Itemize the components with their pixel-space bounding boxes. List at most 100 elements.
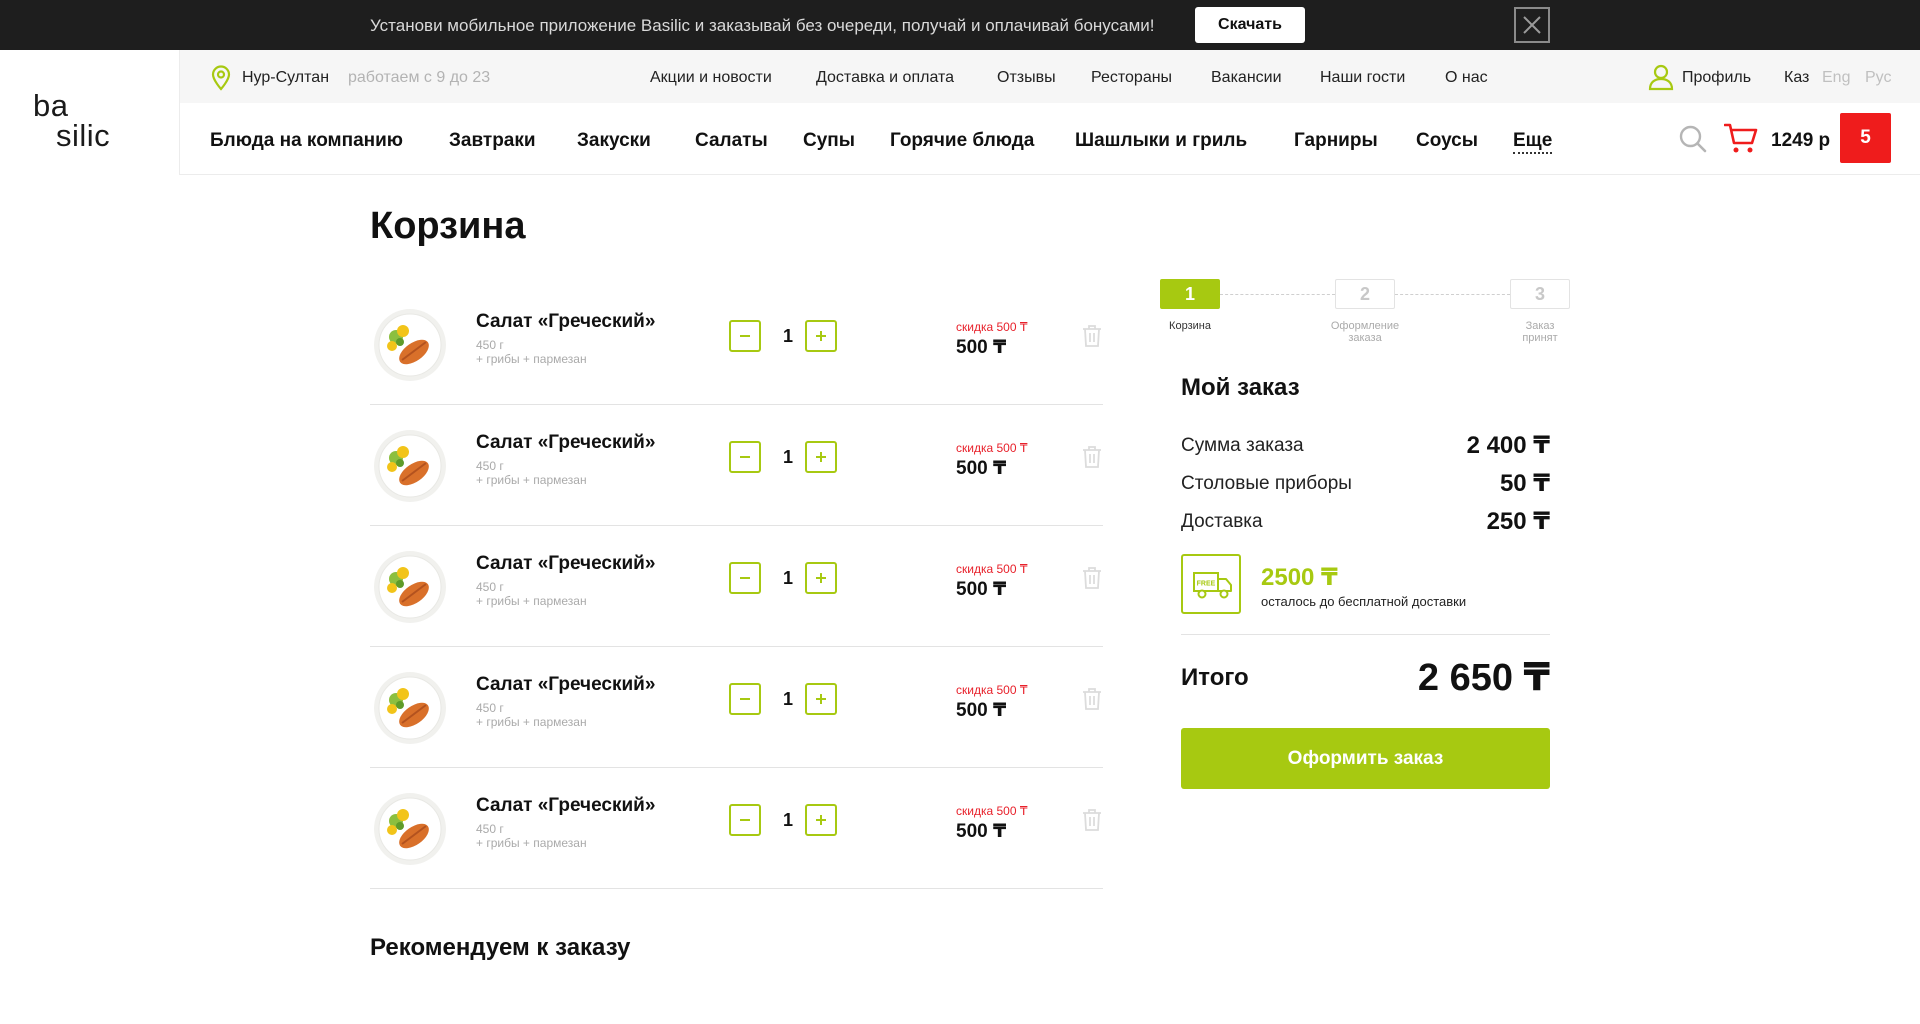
item-price: 500 ₸ (956, 458, 1007, 479)
category-hot-dishes[interactable]: Горячие блюда (890, 130, 1034, 152)
site-logo[interactable]: ba silic (0, 50, 180, 175)
decrease-quantity-button[interactable] (729, 320, 761, 352)
category-bar (180, 103, 1920, 175)
item-name: Салат «Греческий» (476, 674, 656, 695)
working-hours: работаем с 9 до 23 (348, 69, 491, 86)
cutlery-label: Столовые приборы (1181, 473, 1352, 494)
item-image (370, 667, 450, 747)
item-price: 500 ₸ (956, 700, 1007, 721)
item-weight: 450 г (476, 822, 504, 836)
item-quantity: 1 (782, 689, 793, 709)
item-image (370, 425, 450, 505)
free-delivery-badge: FREE (1181, 554, 1241, 614)
nav-link-about[interactable]: О нас (1445, 69, 1488, 87)
item-extras: + грибы + пармезан (476, 836, 587, 850)
cart-item: Салат «Греческий» 450 г + грибы + пармезан… (370, 405, 1103, 526)
category-snacks[interactable]: Закуски (577, 130, 651, 152)
item-extras: + грибы + пармезан (476, 352, 587, 366)
city-selector[interactable]: Нур-Султан (242, 69, 329, 87)
step-1: 1 (1160, 279, 1220, 309)
item-weight: 450 г (476, 338, 504, 352)
item-name: Салат «Греческий» (476, 432, 656, 453)
item-quantity: 1 (782, 568, 793, 588)
category-soups[interactable]: Супы (803, 130, 855, 152)
trash-icon (1081, 325, 1103, 352)
order-sum-value: 2 400 ₸ (1466, 432, 1550, 459)
trash-icon (1081, 688, 1103, 715)
item-name: Салат «Греческий» (476, 311, 656, 332)
lang-eng[interactable]: Eng (1822, 69, 1850, 87)
increase-quantity-button[interactable] (805, 683, 837, 715)
step-3-label: Заказ принят (1522, 320, 1558, 344)
cart-icon[interactable] (1724, 122, 1758, 154)
nav-link-reviews[interactable]: Отзывы (997, 69, 1056, 87)
decrease-quantity-button[interactable] (729, 562, 761, 594)
close-banner-button[interactable] (1514, 7, 1550, 43)
banner-text: Установи мобильное приложение Basilic и … (370, 16, 1155, 35)
app-download-banner: Установи мобильное приложение Basilic и … (0, 0, 1920, 50)
item-quantity: 1 (782, 810, 793, 830)
delivery-label: Доставка (1181, 511, 1263, 532)
logo-text-line2: silic (56, 118, 111, 153)
item-discount: скидка 500 ₸ (956, 320, 1028, 334)
increase-quantity-button[interactable] (805, 562, 837, 594)
lang-kaz[interactable]: Каз (1784, 69, 1809, 87)
trash-icon (1081, 567, 1103, 594)
decrease-quantity-button[interactable] (729, 683, 761, 715)
close-icon (1523, 16, 1541, 34)
cutlery-value: 50 ₸ (1499, 470, 1550, 497)
cart-count-badge[interactable]: 5 (1840, 113, 1891, 163)
lang-rus[interactable]: Рус (1865, 69, 1892, 87)
remove-item-button[interactable] (1081, 324, 1103, 353)
increase-quantity-button[interactable] (805, 804, 837, 836)
nav-link-restaurants[interactable]: Рестораны (1091, 69, 1172, 87)
remove-item-button[interactable] (1081, 445, 1103, 474)
page-title: Корзина (370, 205, 526, 247)
item-extras: + грибы + пармезан (476, 594, 587, 608)
step-2-label: Оформление заказа (1330, 320, 1400, 344)
category-for-company[interactable]: Блюда на компанию (210, 130, 403, 152)
remove-item-button[interactable] (1081, 687, 1103, 716)
cart-total[interactable]: 1249 р (1771, 130, 1830, 152)
nav-link-vacancies[interactable]: Вакансии (1211, 69, 1282, 87)
cart-item: Салат «Греческий» 450 г + грибы + пармезан… (370, 647, 1103, 768)
step-3: 3 (1510, 279, 1570, 309)
item-price: 500 ₸ (956, 821, 1007, 842)
item-weight: 450 г (476, 701, 504, 715)
category-more[interactable]: Еще (1513, 130, 1553, 154)
category-salads[interactable]: Салаты (695, 130, 768, 152)
location-pin-icon (211, 65, 231, 91)
increase-quantity-button[interactable] (805, 441, 837, 473)
item-extras: + грибы + пармезан (476, 715, 587, 729)
checkout-button[interactable]: Оформить заказ (1181, 728, 1550, 789)
remove-item-button[interactable] (1081, 808, 1103, 837)
cart-item: Салат «Греческий» 450 г + грибы + пармезан… (370, 526, 1103, 647)
logo-text-line1: ba (33, 88, 69, 123)
category-sauces[interactable]: Соусы (1416, 130, 1478, 152)
order-summary-title: Мой заказ (1181, 374, 1300, 401)
summary-divider (1181, 634, 1550, 635)
item-discount: скидка 500 ₸ (956, 683, 1028, 697)
nav-link-delivery[interactable]: Доставка и оплата (816, 69, 954, 87)
category-grill[interactable]: Шашлыки и гриль (1075, 130, 1247, 152)
recommendations-title: Рекомендуем к заказу (370, 934, 631, 961)
item-name: Салат «Греческий» (476, 795, 656, 816)
decrease-quantity-button[interactable] (729, 804, 761, 836)
download-button[interactable]: Скачать (1195, 7, 1305, 43)
nav-link-promotions[interactable]: Акции и новости (650, 69, 772, 87)
remove-item-button[interactable] (1081, 566, 1103, 595)
free-delivery-text: осталось до бесплатной доставки (1261, 594, 1467, 609)
user-icon[interactable] (1648, 63, 1674, 91)
increase-quantity-button[interactable] (805, 320, 837, 352)
profile-link[interactable]: Профиль (1682, 69, 1751, 87)
category-breakfasts[interactable]: Завтраки (449, 130, 536, 152)
nav-link-guests[interactable]: Наши гости (1320, 69, 1405, 87)
item-price: 500 ₸ (956, 337, 1007, 358)
item-extras: + грибы + пармезан (476, 473, 587, 487)
step-connector (1395, 294, 1510, 295)
search-icon[interactable] (1678, 124, 1708, 154)
step-2: 2 (1335, 279, 1395, 309)
category-sides[interactable]: Гарниры (1294, 130, 1378, 152)
decrease-quantity-button[interactable] (729, 441, 761, 473)
delivery-value: 250 ₸ (1486, 508, 1550, 535)
